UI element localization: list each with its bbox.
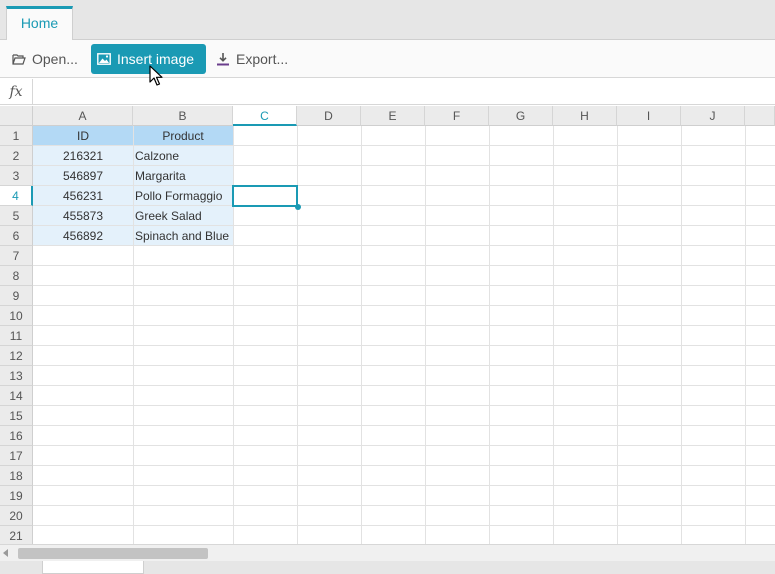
cell-b3[interactable]: Margarita xyxy=(133,166,233,186)
cell-b4[interactable]: Pollo Formaggio xyxy=(133,186,233,206)
cell-area[interactable]: ID Product 216321 Calzone 546897 Margari… xyxy=(33,126,775,544)
row-header-21[interactable]: 21 xyxy=(0,526,33,544)
grid-line xyxy=(33,245,775,246)
grid-line xyxy=(33,345,775,346)
row-header-16[interactable]: 16 xyxy=(0,426,33,446)
export-button-label: Export... xyxy=(236,51,289,67)
scroll-left-arrow-icon[interactable] xyxy=(3,549,8,557)
grid-line xyxy=(33,445,775,446)
image-icon xyxy=(97,53,111,65)
grid-line xyxy=(133,126,134,544)
grid-line xyxy=(681,126,682,544)
row-header-18[interactable]: 18 xyxy=(0,466,33,486)
grid-line xyxy=(33,325,775,326)
row-header-10[interactable]: 10 xyxy=(0,306,33,326)
cell-a3[interactable]: 546897 xyxy=(33,166,133,186)
toolbar: Open... Insert image Export... xyxy=(0,40,775,78)
row-header-9[interactable]: 9 xyxy=(0,286,33,306)
row-header-13[interactable]: 13 xyxy=(0,366,33,386)
row-header-7[interactable]: 7 xyxy=(0,246,33,266)
formula-bar: fx xyxy=(0,79,775,105)
grid-line xyxy=(33,185,775,186)
ribbon-tabstrip: Home xyxy=(0,0,775,41)
grid-line xyxy=(33,165,775,166)
row-header-19[interactable]: 19 xyxy=(0,486,33,506)
grid-line xyxy=(33,365,775,366)
row-header-8[interactable]: 8 xyxy=(0,266,33,286)
scroll-thumb[interactable] xyxy=(18,548,208,559)
open-button[interactable]: Open... xyxy=(6,44,86,74)
grid-line xyxy=(553,126,554,544)
row-header-4[interactable]: 4 xyxy=(0,186,33,206)
grid-line xyxy=(33,225,775,226)
grid-line xyxy=(33,305,775,306)
tab-home[interactable]: Home xyxy=(6,6,73,41)
cell-b5[interactable]: Greek Salad xyxy=(133,206,233,226)
grid-line xyxy=(33,465,775,466)
grid-line xyxy=(745,126,746,544)
grid-line xyxy=(33,385,775,386)
insert-image-button[interactable]: Insert image xyxy=(91,44,206,74)
sheet-tab-bar xyxy=(0,561,775,574)
column-header-e[interactable]: E xyxy=(361,106,425,126)
grid-line xyxy=(33,285,775,286)
row-header-12[interactable]: 12 xyxy=(0,346,33,366)
column-header-b[interactable]: B xyxy=(133,106,233,126)
grid-line xyxy=(33,485,775,486)
column-header-g[interactable]: G xyxy=(489,106,553,126)
grid-line xyxy=(33,505,775,506)
export-button[interactable]: Export... xyxy=(210,44,295,74)
folder-open-icon xyxy=(12,54,26,65)
grid-line xyxy=(33,525,775,526)
cell-b2[interactable]: Calzone xyxy=(133,146,233,166)
row-header-2[interactable]: 2 xyxy=(0,146,33,166)
row-header-15[interactable]: 15 xyxy=(0,406,33,426)
cell-a6[interactable]: 456892 xyxy=(33,226,133,246)
grid-line xyxy=(33,205,775,206)
row-header-1[interactable]: 1 xyxy=(0,126,33,146)
column-header-a[interactable]: A xyxy=(33,106,133,126)
cell-b6[interactable]: Spinach and Blue xyxy=(133,226,233,246)
grid-line xyxy=(33,145,775,146)
fill-handle[interactable] xyxy=(295,204,301,210)
column-header-f[interactable]: F xyxy=(425,106,489,126)
cell-a1[interactable]: ID xyxy=(33,126,133,146)
cell-a5[interactable]: 455873 xyxy=(33,206,133,226)
column-header-j[interactable]: J xyxy=(681,106,745,126)
row-header-17[interactable]: 17 xyxy=(0,446,33,466)
cell-b1[interactable]: Product xyxy=(133,126,233,146)
formula-input[interactable] xyxy=(34,79,775,105)
row-header-14[interactable]: 14 xyxy=(0,386,33,406)
column-header-h[interactable]: H xyxy=(553,106,617,126)
column-header-k[interactable] xyxy=(745,106,775,126)
grid-line xyxy=(33,425,775,426)
column-header-c[interactable]: C xyxy=(233,106,297,126)
column-header-d[interactable]: D xyxy=(297,106,361,126)
row-header-6[interactable]: 6 xyxy=(0,226,33,246)
open-button-label: Open... xyxy=(32,51,78,67)
row-header-5[interactable]: 5 xyxy=(0,206,33,226)
grid-line xyxy=(361,126,362,544)
cell-a2[interactable]: 216321 xyxy=(33,146,133,166)
cell-a4[interactable]: 456231 xyxy=(33,186,133,206)
grid-line xyxy=(617,126,618,544)
grid-line xyxy=(33,405,775,406)
grid-line xyxy=(489,126,490,544)
download-icon xyxy=(217,53,229,66)
selected-cell-c4[interactable] xyxy=(232,185,298,207)
row-header-11[interactable]: 11 xyxy=(0,326,33,346)
grid-line xyxy=(33,265,775,266)
select-all-corner[interactable] xyxy=(0,106,33,126)
sheet-tab[interactable] xyxy=(42,561,144,574)
grid-line xyxy=(425,126,426,544)
fx-label: fx xyxy=(0,79,33,105)
row-header-3[interactable]: 3 xyxy=(0,166,33,186)
spreadsheet-grid[interactable]: A B C D E F G H I J 1 2 3 4 5 6 7 8 9 10… xyxy=(0,106,775,544)
horizontal-scrollbar[interactable] xyxy=(0,544,775,561)
column-header-i[interactable]: I xyxy=(617,106,681,126)
insert-image-button-label: Insert image xyxy=(117,51,195,67)
row-header-20[interactable]: 20 xyxy=(0,506,33,526)
